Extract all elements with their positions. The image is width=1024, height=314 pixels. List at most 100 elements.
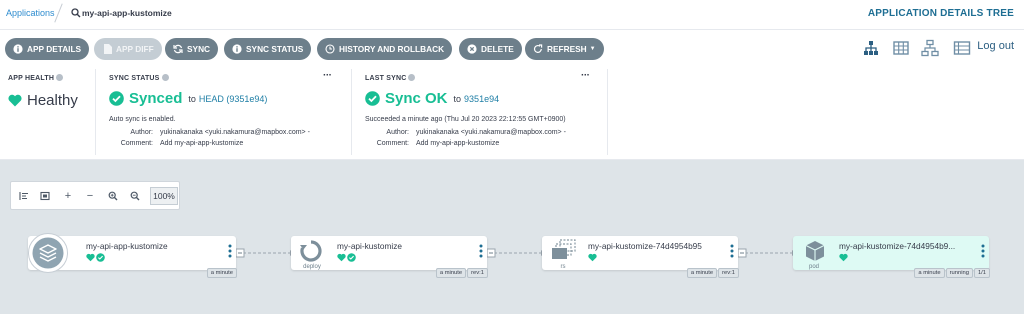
sync-label: SYNC — [187, 44, 211, 54]
expand-icon[interactable]: + — [61, 189, 75, 203]
tree-node-deployment[interactable]: deploy my-api-kustomize a minute rev:1 — [291, 236, 488, 278]
sync-comment-key: Comment: — [120, 140, 153, 147]
search-icon[interactable] — [71, 8, 81, 18]
zoom-out-icon[interactable] — [128, 189, 142, 203]
sync-status-to: to — [188, 93, 196, 104]
app-diff-label: APP DIFF — [116, 44, 154, 54]
network-view-icon[interactable] — [921, 39, 939, 57]
check-circle-icon — [96, 253, 105, 262]
check-circle-icon — [109, 91, 124, 106]
last-sync-comment-row: Comment: Add my-api-app-kustomize — [353, 140, 500, 147]
info-circle-icon — [13, 44, 23, 54]
sync-status-button[interactable]: SYNC STATUS — [224, 38, 312, 60]
last-sync-author-value: yukinakanaka <yuki.nakamura@mapbox.com> … — [416, 129, 566, 136]
help-icon[interactable] — [408, 74, 416, 81]
node-status-icons — [337, 253, 356, 262]
app-details-button[interactable]: APP DETAILS — [5, 38, 90, 60]
node-name: my-api-kustomize — [337, 241, 403, 251]
app-health-label-text: APP HEALTH — [8, 75, 55, 82]
pod-icon — [805, 241, 825, 261]
sync-status-heading: SYNC STATUS — [109, 74, 169, 82]
node-kind: rs — [560, 264, 566, 270]
node-menu-icon[interactable] — [981, 244, 985, 258]
resource-tree-canvas[interactable]: + − 100% my-api-app-kustomize a minute d… — [0, 160, 1024, 314]
deployment-icon — [300, 240, 322, 262]
delete-label: DELETE — [481, 44, 514, 54]
last-sync-comment-value: Add my-api-app-kustomize — [416, 140, 500, 147]
history-icon — [325, 44, 335, 54]
sync-button[interactable]: SYNC — [165, 38, 219, 60]
delete-button[interactable]: DELETE — [459, 38, 522, 60]
breadcrumb-applications-link[interactable]: Applications — [6, 8, 55, 18]
node-tags: a minute rev:1 — [686, 268, 739, 278]
last-sync-time-text: Succeeded a minute ago (Thu Jul 20 2023 … — [365, 116, 566, 123]
app-diff-button[interactable]: APP DIFF — [94, 38, 162, 60]
last-sync-heading-text: LAST SYNC — [365, 75, 407, 82]
node-menu-icon[interactable] — [228, 244, 232, 258]
sync-status-more-button[interactable]: ··· — [323, 70, 332, 81]
node-tag: a minute — [914, 268, 945, 278]
heart-icon — [8, 94, 22, 107]
tree-view-icon[interactable] — [862, 39, 880, 57]
node-menu-icon[interactable] — [479, 244, 483, 258]
node-tag: 1/1 — [973, 268, 990, 278]
replicaset-icon — [552, 239, 576, 259]
logout-link[interactable]: Log out — [977, 40, 1014, 52]
refresh-icon — [533, 44, 543, 54]
check-circle-icon — [347, 253, 356, 262]
check-circle-icon — [365, 91, 380, 106]
last-sync-more-button[interactable]: ··· — [581, 70, 590, 81]
tree-node-application[interactable]: my-api-app-kustomize a minute — [28, 233, 237, 278]
node-tags: a minute — [206, 268, 237, 278]
help-icon[interactable] — [56, 74, 64, 81]
last-sync-heading: LAST SYNC — [365, 74, 416, 82]
sync-comment-row: Comment: Add my-api-app-kustomize — [97, 140, 244, 147]
last-sync-to: to — [453, 93, 462, 104]
pods-grid-icon[interactable] — [892, 39, 910, 57]
app-health-status: Healthy — [8, 92, 78, 109]
app-status-panel: APP HEALTH Healthy SYNC STATUS ··· Synce… — [0, 67, 1024, 160]
breadcrumb-separator — [54, 3, 63, 23]
delete-circle-icon — [467, 44, 477, 54]
tree-node-replicaset[interactable]: rs my-api-kustomize-74d4954b95 a minute … — [542, 236, 739, 278]
node-status-icons — [588, 253, 597, 262]
file-diff-icon — [102, 44, 112, 54]
sync-status-revision-link[interactable]: HEAD (9351e94) — [199, 94, 268, 104]
app-details-label: APP DETAILS — [27, 44, 82, 54]
app-health-value: Healthy — [27, 92, 78, 109]
refresh-button[interactable]: REFRESH ▼ — [525, 38, 604, 60]
history-and-rollback-label: HISTORY AND ROLLBACK — [339, 44, 445, 54]
list-view-icon[interactable] — [953, 39, 971, 57]
node-tag: rev:1 — [467, 268, 488, 278]
node-tag: a minute — [206, 268, 237, 278]
history-and-rollback-button[interactable]: HISTORY AND ROLLBACK — [317, 38, 453, 60]
zoom-level[interactable]: 100% — [150, 187, 178, 205]
column-divider — [607, 69, 608, 155]
heart-icon — [588, 253, 597, 262]
node-menu-icon[interactable] — [730, 244, 734, 258]
column-divider — [95, 69, 96, 155]
node-kind: deploy — [303, 264, 321, 270]
last-sync-revision-link[interactable]: 9351e94 — [464, 94, 499, 104]
last-sync-value: Sync OK — [385, 90, 448, 107]
node-tag: running — [945, 268, 973, 278]
sync-icon — [173, 44, 183, 54]
collapse-icon[interactable]: − — [83, 189, 97, 203]
help-icon[interactable] — [161, 74, 169, 81]
fit-to-screen-icon[interactable] — [38, 189, 52, 203]
node-tags: a minute running 1/1 — [914, 268, 990, 278]
tree-node-pod[interactable]: pod my-api-kustomize-74d4954b9... a minu… — [793, 236, 990, 278]
node-status-icons — [839, 253, 848, 262]
zoom-toolbar: + − 100% — [10, 181, 180, 210]
node-name: my-api-kustomize-74d4954b9... — [839, 241, 956, 251]
align-left-icon[interactable] — [17, 189, 31, 203]
node-name: my-api-app-kustomize — [86, 241, 168, 251]
zoom-in-icon[interactable] — [106, 189, 120, 203]
sync-author-key: Author: — [130, 129, 153, 136]
breadcrumb-app-name[interactable]: my-api-app-kustomize — [82, 8, 172, 18]
node-kind: pod — [808, 264, 819, 270]
app-health-label: APP HEALTH — [8, 74, 64, 82]
chevron-down-icon: ▼ — [589, 46, 596, 52]
last-sync-comment-key: Comment: — [376, 140, 409, 147]
action-toolbar: APP DETAILS APP DIFF SYNC SYNC STATUS HI… — [0, 30, 1024, 67]
